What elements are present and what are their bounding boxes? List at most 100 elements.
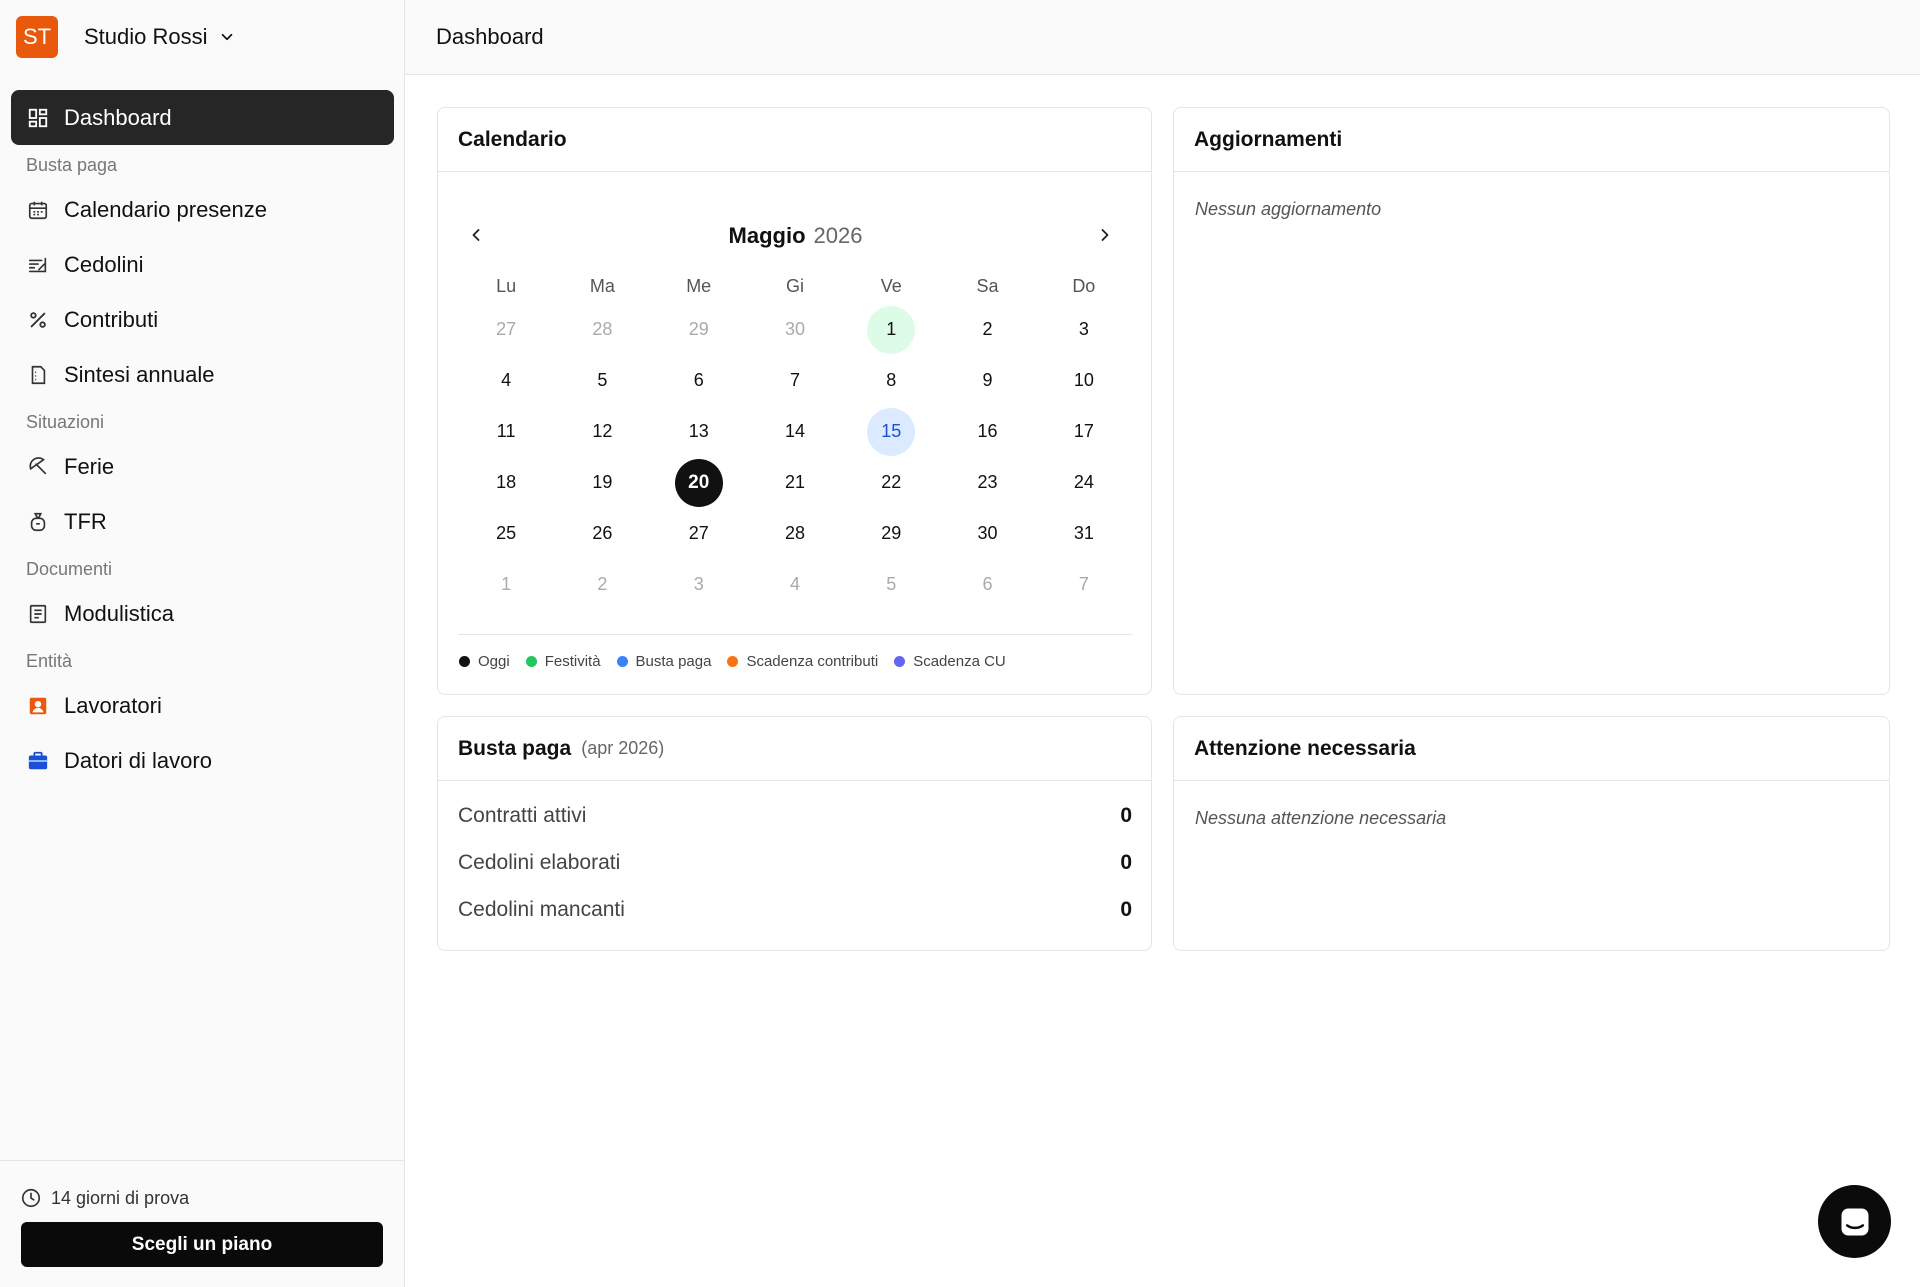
- sidebar-item-tfr[interactable]: TFR: [11, 494, 394, 549]
- calendar-day[interactable]: 17: [1036, 406, 1132, 457]
- calendar-day[interactable]: 22: [843, 457, 939, 508]
- sidebar-footer: 14 giorni di prova Scegli un piano: [0, 1160, 405, 1287]
- calendar-day[interactable]: 5: [554, 355, 650, 406]
- chevron-down-icon: [221, 33, 232, 41]
- calendar-day[interactable]: 25: [458, 508, 554, 559]
- calendar-day[interactable]: 8: [843, 355, 939, 406]
- calendar-week: 1 2 3 4 5 6 7: [458, 559, 1132, 610]
- calendar-day[interactable]: 30: [939, 508, 1035, 559]
- sidebar-item-ferie[interactable]: Ferie: [11, 439, 394, 494]
- calendar-grid: Lu Ma Me Gi Ve Sa Do 27 28 29 30 1 2 3 4…: [458, 268, 1132, 610]
- calendar-day[interactable]: 10: [1036, 355, 1132, 406]
- money-bag-icon: [27, 511, 49, 533]
- sidebar-item-cedolini[interactable]: Cedolini: [11, 237, 394, 292]
- sidebar-item-calendario-presenze[interactable]: Calendario presenze: [11, 182, 394, 237]
- legend-label: Oggi: [478, 653, 510, 670]
- calendar-divider: [458, 634, 1132, 635]
- payslip-icon: [27, 254, 49, 276]
- legend-dot: [616, 656, 628, 667]
- calendar-day[interactable]: 3: [651, 559, 747, 610]
- stat-row-processed-payslips: Cedolini elaborati 0: [458, 851, 1132, 875]
- calendar-week: 25 26 27 28 29 30 31: [458, 508, 1132, 559]
- calendar-day[interactable]: 2: [554, 559, 650, 610]
- sidebar-item-dashboard[interactable]: Dashboard: [11, 90, 394, 145]
- calendar-day[interactable]: 3: [1036, 304, 1132, 355]
- sidebar-item-label: Lavoratori: [64, 692, 162, 718]
- calendar-day[interactable]: 29: [651, 304, 747, 355]
- updates-empty-state: Nessun aggiornamento: [1195, 199, 1382, 219]
- legend-item-today: Oggi: [459, 653, 510, 670]
- sidebar-item-contributi[interactable]: Contributi: [11, 292, 394, 347]
- calendar-day[interactable]: 28: [554, 304, 650, 355]
- attention-card-header: Attenzione necessaria: [1174, 717, 1889, 781]
- legend-label: Busta paga: [635, 653, 712, 670]
- sidebar: ST Studio Rossi Dashboard Busta paga Cal…: [0, 0, 405, 1287]
- weekday-label: Ma: [589, 275, 615, 296]
- calendar-day[interactable]: 7: [1036, 559, 1132, 610]
- percent-icon: [27, 309, 49, 331]
- sidebar-item-label: Contributi: [64, 306, 159, 332]
- attention-card: Attenzione necessaria Nessuna attenzione…: [1173, 716, 1890, 951]
- briefcase-icon: [27, 750, 49, 772]
- calendar-day[interactable]: 1: [458, 559, 554, 610]
- calendar-day[interactable]: 24: [1036, 457, 1132, 508]
- sidebar-item-datori-di-lavoro[interactable]: Datori di lavoro: [11, 733, 394, 788]
- calendar-day[interactable]: 13: [651, 406, 747, 457]
- calendar-day[interactable]: 16: [939, 406, 1035, 457]
- weekday-label: Lu: [496, 275, 517, 296]
- calendar-day[interactable]: 9: [939, 355, 1035, 406]
- calendar-day[interactable]: 12: [554, 406, 650, 457]
- attention-empty-state: Nessuna attenzione necessaria: [1195, 808, 1447, 828]
- legend-label: Scadenza contributi: [746, 653, 879, 670]
- sidebar-item-label: Modulistica: [64, 600, 175, 626]
- sidebar-item-modulistica[interactable]: Modulistica: [11, 586, 394, 641]
- calendar-week: 18 19 20 21 22 23 24: [458, 457, 1132, 508]
- calendar-day[interactable]: 6: [939, 559, 1035, 610]
- chat-launcher-button[interactable]: [1818, 1185, 1891, 1258]
- payroll-card: Busta paga (apr 2026) Contratti attivi 0…: [437, 716, 1152, 951]
- calendar-day[interactable]: 14: [747, 406, 843, 457]
- trial-status: 14 giorni di prova: [20, 1187, 189, 1209]
- calendar-day[interactable]: 4: [747, 559, 843, 610]
- section-label-busta-paga: Busta paga: [26, 155, 118, 175]
- calendar-day[interactable]: 6: [651, 355, 747, 406]
- calendar-week: 27 28 29 30 1 2 3: [458, 304, 1132, 355]
- chat-icon: [1841, 1208, 1868, 1235]
- org-switcher[interactable]: ST Studio Rossi: [16, 16, 236, 58]
- calendar-day[interactable]: 11: [458, 406, 554, 457]
- document-icon: [27, 364, 49, 386]
- calendar-day[interactable]: 21: [747, 457, 843, 508]
- calendar-day[interactable]: 28: [747, 508, 843, 559]
- sidebar-item-sintesi-annuale[interactable]: Sintesi annuale: [11, 347, 394, 402]
- calendar-day[interactable]: 23: [939, 457, 1035, 508]
- choose-plan-button[interactable]: Scegli un piano: [21, 1222, 383, 1267]
- sidebar-item-label: Sintesi annuale: [64, 361, 215, 387]
- calendar-day[interactable]: 4: [458, 355, 554, 406]
- sidebar-item-lavoratori[interactable]: Lavoratori: [11, 678, 394, 733]
- calendar-day[interactable]: 19: [554, 457, 650, 508]
- next-month-button[interactable]: [1090, 220, 1120, 250]
- calendar-day[interactable]: 26: [554, 508, 650, 559]
- calendar-day[interactable]: 2: [939, 304, 1035, 355]
- calendar-day[interactable]: 18: [458, 457, 554, 508]
- calendar-icon: [27, 199, 49, 221]
- calendar-day-today[interactable]: 20: [651, 457, 747, 508]
- calendar-week: 4 5 6 7 8 9 10: [458, 355, 1132, 406]
- calendar-day-holiday[interactable]: 1: [843, 304, 939, 355]
- umbrella-icon: [27, 456, 49, 478]
- calendar-day[interactable]: 7: [747, 355, 843, 406]
- calendar-day[interactable]: 27: [651, 508, 747, 559]
- calendar-day-payday[interactable]: 15: [843, 406, 939, 457]
- attention-card-title: Attenzione necessaria: [1194, 736, 1416, 760]
- calendar-day[interactable]: 30: [747, 304, 843, 355]
- stat-label: Cedolini mancanti: [458, 898, 625, 921]
- calendar-day[interactable]: 5: [843, 559, 939, 610]
- legend-item-cu-deadline: Scadenza CU: [894, 653, 1006, 670]
- stat-label: Cedolini elaborati: [458, 851, 621, 874]
- calendar-day[interactable]: 27: [458, 304, 554, 355]
- calendar-day[interactable]: 31: [1036, 508, 1132, 559]
- calendar-day[interactable]: 29: [843, 508, 939, 559]
- sidebar-item-label: Ferie: [64, 453, 115, 479]
- weekday-label: Do: [1072, 275, 1096, 296]
- stat-value: 0: [1120, 851, 1132, 874]
